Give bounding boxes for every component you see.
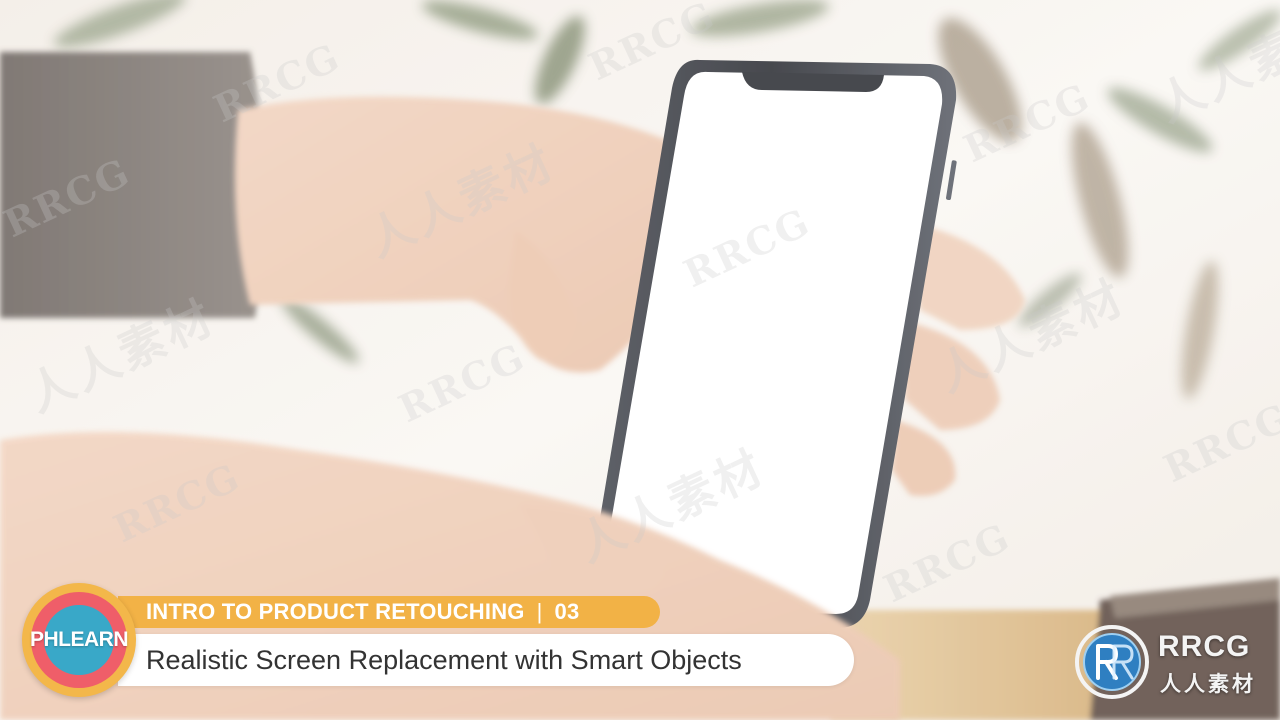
corner-watermark-logo: RRCG 人人素材 xyxy=(1074,624,1274,704)
phlearn-logo: PHLEARN xyxy=(22,583,136,697)
corner-logo-cjk: 人人素材 xyxy=(1160,672,1256,696)
episode-title-bar: Realistic Screen Replacement with Smart … xyxy=(118,634,854,686)
episode-title: Realistic Screen Replacement with Smart … xyxy=(146,644,742,675)
episode-number: 03 xyxy=(554,599,580,624)
series-separator: | xyxy=(536,599,543,624)
series-name: INTRO TO PRODUCT RETOUCHING xyxy=(146,599,525,624)
corner-logo-latin: RRCG xyxy=(1158,630,1251,663)
brand-name: PHLEARN xyxy=(29,628,129,651)
series-bar: INTRO TO PRODUCT RETOUCHING | 03 xyxy=(118,596,660,628)
rrcg-emblem-icon xyxy=(1075,625,1149,699)
video-frame: RRCG RRCG RRCG RRCG RRCG RRCG RRCG RRCG … xyxy=(0,0,1280,720)
